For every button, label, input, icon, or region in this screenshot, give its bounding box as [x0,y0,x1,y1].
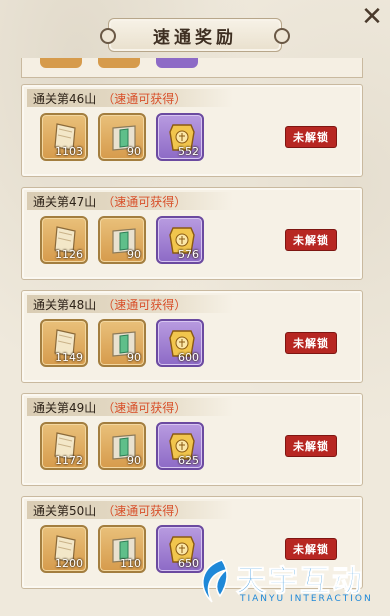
locked-stamp: 未解锁 [286,230,336,250]
reward-list[interactable]: 通关第46山 （速通可获得） 1103 90 552 未解锁 通关第47山 （速通可获得） 11… [21,58,363,616]
reward-item-slot[interactable]: 1200 [40,525,88,573]
item-slot-edge [156,58,198,68]
card-heading: 通关第49山 （速通可获得） [27,398,233,416]
reward-card: 通关第48山 （速通可获得） 1149 90 600 未解锁 [21,290,363,383]
reward-item-slot[interactable]: 90 [98,216,146,264]
reward-item-slot[interactable]: 625 [156,422,204,470]
card-heading: 通关第46山 （速通可获得） [27,89,233,107]
card-subtitle: （速通可获得） [102,194,187,209]
reward-item-slot[interactable]: 1126 [40,216,88,264]
title-banner: 速通奖励 [100,18,290,52]
item-quantity: 90 [127,351,141,364]
card-heading: 通关第47山 （速通可获得） [27,192,233,210]
reward-item-slot[interactable]: 90 [98,113,146,161]
card-heading: 通关第48山 （速通可获得） [27,295,233,313]
card-title: 通关第48山 [33,297,97,312]
title-ornament-right-icon [274,28,290,44]
item-quantity: 1149 [55,351,83,364]
reward-item-slot[interactable]: 1172 [40,422,88,470]
reward-items: 1149 90 600 [40,319,204,367]
reward-item-slot[interactable]: 1103 [40,113,88,161]
reward-item-slot[interactable]: 552 [156,113,204,161]
reward-items: 1172 90 625 [40,422,204,470]
item-slot-edge [40,58,82,68]
reward-card: 通关第50山 （速通可获得） 1200 110 650 未解锁 [21,496,363,589]
reward-items: 1200 110 650 [40,525,204,573]
locked-stamp: 未解锁 [286,127,336,147]
item-quantity: 576 [178,248,199,261]
reward-item-slot[interactable]: 110 [98,525,146,573]
reward-item-slot[interactable]: 650 [156,525,204,573]
card-subtitle: （速通可获得） [102,400,187,415]
reward-card: 通关第47山 （速通可获得） 1126 90 576 未解锁 [21,187,363,280]
reward-item-slot[interactable]: 576 [156,216,204,264]
item-slot-edge [98,58,140,68]
reward-items: 1103 90 552 [40,113,204,161]
reward-card: 通关第46山 （速通可获得） 1103 90 552 未解锁 [21,84,363,177]
reward-items: 1126 90 576 [40,216,204,264]
card-title: 通关第47山 [33,194,97,209]
card-title: 通关第50山 [33,503,97,518]
item-quantity: 1172 [55,454,83,467]
close-icon: ✕ [361,2,383,32]
reward-item-slot[interactable]: 90 [98,422,146,470]
close-button[interactable]: ✕ [358,4,386,32]
card-heading: 通关第50山 （速通可获得） [27,501,233,519]
locked-stamp: 未解锁 [286,436,336,456]
item-quantity: 1103 [55,145,83,158]
item-quantity: 600 [178,351,199,364]
item-quantity: 90 [127,145,141,158]
previous-card-edge [21,58,363,78]
item-quantity: 90 [127,248,141,261]
locked-stamp: 未解锁 [286,539,336,559]
item-quantity: 1126 [55,248,83,261]
card-title: 通关第49山 [33,400,97,415]
card-subtitle: （速通可获得） [102,297,187,312]
reward-item-slot[interactable]: 600 [156,319,204,367]
reward-card: 通关第49山 （速通可获得） 1172 90 625 未解锁 [21,393,363,486]
card-subtitle: （速通可获得） [102,503,187,518]
reward-item-slot[interactable]: 90 [98,319,146,367]
card-title: 通关第46山 [33,91,97,106]
item-quantity: 650 [178,557,199,570]
item-quantity: 1200 [55,557,83,570]
item-quantity: 110 [120,557,141,570]
page-title: 速通奖励 [153,27,237,48]
locked-stamp: 未解锁 [286,333,336,353]
title-ornament-left-icon [100,28,116,44]
item-quantity: 90 [127,454,141,467]
item-quantity: 625 [178,454,199,467]
card-subtitle: （速通可获得） [102,91,187,106]
reward-item-slot[interactable]: 1149 [40,319,88,367]
item-quantity: 552 [178,145,199,158]
